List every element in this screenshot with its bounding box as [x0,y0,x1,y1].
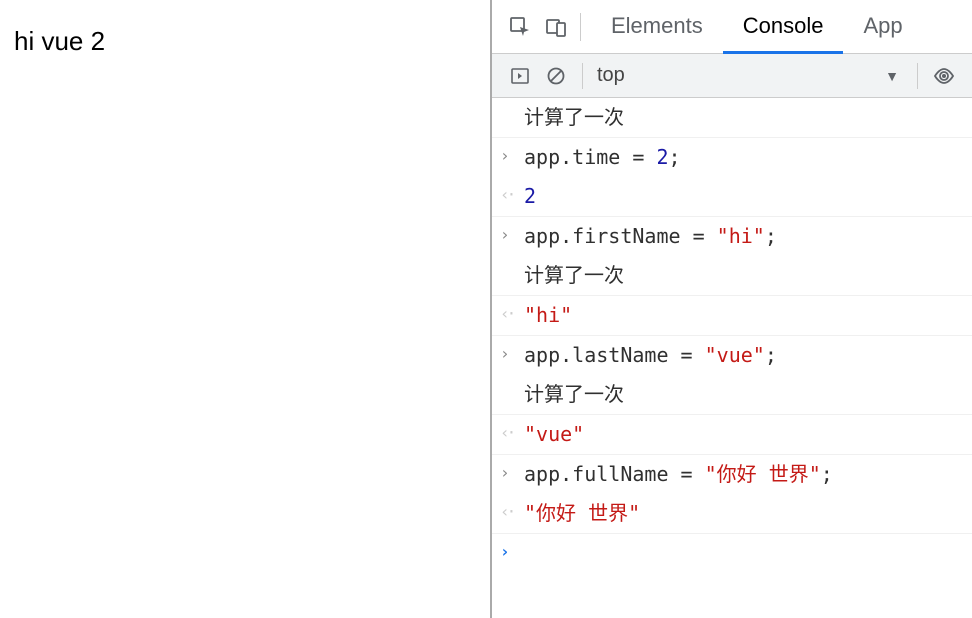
console-row: ‹·"hi" [492,296,972,336]
tab-application[interactable]: App [843,1,922,54]
input-chevron-icon: › [500,141,524,169]
console-toolbar: top ▼ [492,54,972,98]
result-chevron-icon: ‹· [500,418,524,446]
console-row: ‹·2 [492,177,972,217]
console-row: ‹·"你好 世界" [492,494,972,534]
console-row: ›app.firstName = "hi"; [492,217,972,256]
console-log-message: 计算了一次 [524,378,962,411]
console-input-code: app.time = 2; [524,141,962,174]
console-row: ›app.time = 2; [492,138,972,177]
console-row: 计算了一次 [492,98,972,138]
console-row: 计算了一次 [492,256,972,296]
console-log-message: 计算了一次 [524,259,962,292]
execution-context-dropdown[interactable]: top ▼ [591,64,909,87]
toggle-sidebar-icon[interactable] [502,58,538,94]
result-chevron-icon: ‹· [500,180,524,208]
separator [580,13,581,41]
console-row: ‹·"vue" [492,415,972,455]
input-chevron-icon: › [500,220,524,248]
console-row: 计算了一次 [492,375,972,415]
result-chevron-icon: ‹· [500,497,524,525]
input-chevron-icon: › [500,339,524,367]
device-toolbar-icon[interactable] [538,9,574,45]
log-marker [500,259,524,261]
console-result-value: "你好 世界" [524,497,962,530]
console-row: › [492,534,972,568]
page-content: hi vue 2 [14,26,476,57]
separator [917,63,918,89]
console-row: ›app.fullName = "你好 世界"; [492,455,972,494]
console-input-code: app.lastName = "vue"; [524,339,962,372]
console-row: ›app.lastName = "vue"; [492,336,972,375]
chevron-down-icon: ▼ [885,68,899,84]
tab-console[interactable]: Console [723,1,844,54]
devtools-panel: Elements Console App top ▼ [492,0,972,618]
tab-elements[interactable]: Elements [591,1,723,54]
live-expression-icon[interactable] [926,58,962,94]
log-marker [500,101,524,103]
log-marker [500,378,524,380]
console-result-value: 2 [524,180,962,213]
inspect-element-icon[interactable] [502,9,538,45]
execution-context-label: top [597,64,625,87]
console-result-value: "vue" [524,418,962,451]
prompt-chevron-icon: › [500,537,524,565]
page-viewport: hi vue 2 [0,0,492,618]
console-input-code: app.fullName = "你好 世界"; [524,458,962,491]
console-log-message: 计算了一次 [524,101,962,134]
result-chevron-icon: ‹· [500,299,524,327]
clear-console-icon[interactable] [538,58,574,94]
devtools-tabstrip: Elements Console App [492,0,972,54]
console-output[interactable]: 计算了一次›app.time = 2;‹·2›app.firstName = "… [492,98,972,618]
console-input-code: app.firstName = "hi"; [524,220,962,253]
input-chevron-icon: › [500,458,524,486]
console-result-value: "hi" [524,299,962,332]
separator [582,63,583,89]
